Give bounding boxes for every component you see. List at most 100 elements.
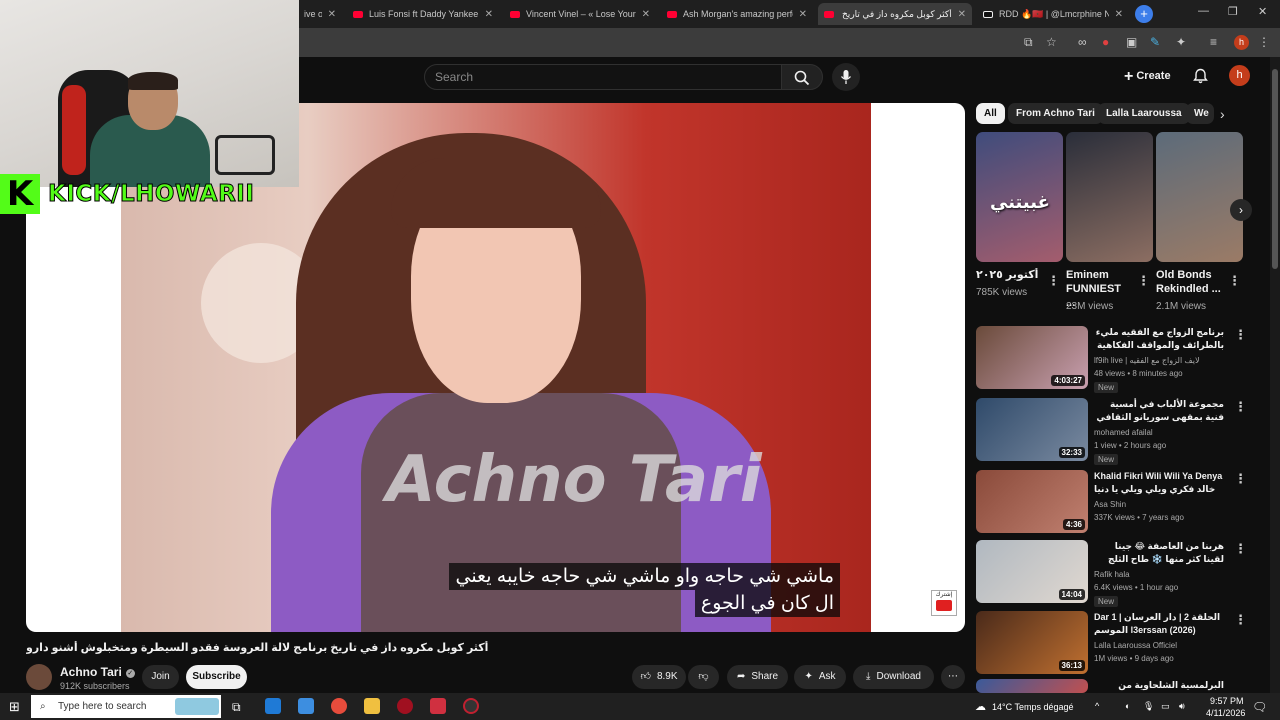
- voice-search-button[interactable]: [832, 63, 860, 91]
- close-icon[interactable]: ✕: [799, 9, 807, 20]
- microphone-icon[interactable]: 🎙︎: [1143, 701, 1154, 712]
- taskbar-search-input[interactable]: ⌕ Type here to search: [31, 695, 221, 718]
- app-icon[interactable]: [463, 698, 479, 714]
- rec-channel[interactable]: lf9ih live | لايف الزواج مع الفقيه: [1094, 356, 1200, 365]
- reading-list-icon[interactable]: ≡: [1210, 35, 1217, 49]
- more-vertical-icon[interactable]: ⋮: [1047, 273, 1060, 289]
- browser-tab[interactable]: Vincent Vinel – « Lose Yourself ✕: [504, 3, 656, 25]
- search-button[interactable]: [781, 64, 823, 90]
- short-thumbnail[interactable]: [1066, 132, 1153, 262]
- minimize-icon[interactable]: —: [1198, 5, 1209, 17]
- scrollbar-thumb[interactable]: [1272, 69, 1278, 269]
- rec-channel[interactable]: Lalla Laaroussa Officiel: [1094, 641, 1177, 650]
- windows-start-icon[interactable]: ⊞: [9, 699, 20, 715]
- tray-icon[interactable]: ◐: [1125, 701, 1130, 711]
- teams-icon[interactable]: [298, 698, 314, 714]
- task-view-icon[interactable]: ⧉: [232, 700, 241, 715]
- more-vertical-icon[interactable]: ⋮: [1234, 541, 1247, 557]
- rec-title[interactable]: البرلمسية الشلحاوية من الثورة الثالثة: [1094, 679, 1224, 693]
- browser-tab[interactable]: Ash Morgan's amazing perform ✕: [661, 3, 813, 25]
- shorts-next-button[interactable]: ›: [1230, 199, 1252, 221]
- channel-name[interactable]: Achno Tari ✓: [60, 665, 135, 679]
- extension-icon[interactable]: ∞: [1078, 35, 1087, 49]
- edge-icon[interactable]: [265, 698, 281, 714]
- volume-icon[interactable]: 🔊︎: [1179, 701, 1185, 712]
- chip-all[interactable]: All: [976, 103, 1005, 124]
- short-thumbnail[interactable]: [1156, 132, 1243, 262]
- more-actions-button[interactable]: ⋯: [941, 665, 965, 689]
- browser-tab[interactable]: Luis Fonsi ft Daddy Yankee – D ✕: [347, 3, 499, 25]
- chrome-icon[interactable]: [331, 698, 347, 714]
- rec-thumbnail[interactable]: 4:36: [976, 470, 1088, 533]
- close-window-icon[interactable]: ✕: [1258, 5, 1267, 18]
- short-title[interactable]: ١ أكتوبر ٢٠٢٥: [976, 268, 1038, 281]
- chip-from-channel[interactable]: From Achno Tari: [1008, 103, 1103, 124]
- notifications-icon[interactable]: 🗨︎: [1252, 700, 1267, 714]
- rec-thumbnail[interactable]: 36:13: [976, 611, 1088, 674]
- chip-lalla-laaroussa[interactable]: Lalla Laaroussa: [1098, 103, 1190, 124]
- profile-avatar[interactable]: h: [1234, 35, 1249, 50]
- page-scrollbar[interactable]: [1270, 57, 1280, 693]
- menu-kebab-icon[interactable]: ⋮: [1258, 35, 1270, 49]
- maximize-icon[interactable]: ❐: [1228, 5, 1238, 18]
- more-vertical-icon[interactable]: ⋮: [1228, 273, 1241, 289]
- channel-avatar[interactable]: [26, 664, 52, 690]
- short-thumbnail[interactable]: غبيتني: [976, 132, 1063, 262]
- rec-title[interactable]: Dar 1 | الحلقة 2 | دار العرسان الموسم l3…: [1094, 611, 1224, 637]
- new-tab-button[interactable]: +: [1135, 5, 1153, 23]
- rec-channel[interactable]: mohamed afailal: [1094, 428, 1153, 437]
- rec-channel[interactable]: Asa Shin: [1094, 500, 1126, 509]
- rec-thumbnail[interactable]: 4:03:27: [976, 326, 1088, 389]
- close-icon[interactable]: ✕: [485, 9, 493, 20]
- more-vertical-icon[interactable]: ⋮: [1137, 273, 1150, 289]
- clock-date[interactable]: 4/11/2026: [1206, 708, 1245, 718]
- weather-text[interactable]: 14°C Temps dégagé: [992, 702, 1074, 712]
- adblock-icon[interactable]: ●: [1102, 35, 1109, 49]
- create-button[interactable]: + Create: [1124, 68, 1171, 86]
- browser-tab[interactable]: RDD 🔥🇲🇦 | @Lmcrphine Next ✕: [977, 3, 1129, 25]
- extension-icon[interactable]: ✎: [1150, 35, 1160, 49]
- bookmark-star-icon[interactable]: ☆: [1046, 35, 1057, 49]
- app-icon[interactable]: [430, 698, 446, 714]
- close-icon[interactable]: ✕: [1115, 9, 1123, 20]
- ask-button[interactable]: ✦ Ask: [794, 665, 846, 689]
- rec-title[interactable]: مجموعة الألباب في أمسية فنية بمقهى سوريا…: [1094, 398, 1224, 425]
- rec-title[interactable]: Khalid Fikri Wili Wili Ya Denya خالد فكر…: [1094, 470, 1224, 496]
- rec-title[interactable]: هربنا من العاصفة 😂 جينا لقينا كثر منها ❄…: [1094, 540, 1224, 567]
- more-vertical-icon[interactable]: ⋮: [1234, 471, 1247, 487]
- download-button[interactable]: ⤓ Download: [853, 665, 934, 689]
- network-icon[interactable]: ▭: [1161, 701, 1170, 712]
- dislike-button[interactable]: 👎︎: [688, 665, 719, 689]
- rec-channel[interactable]: Rafik hala: [1094, 570, 1130, 579]
- chip-partial[interactable]: We: [1186, 103, 1214, 124]
- account-avatar[interactable]: h: [1229, 65, 1250, 86]
- rec-title[interactable]: برنامج الزواج مع الفقيه مليء بالطرائف وا…: [1094, 326, 1224, 352]
- subscribe-watermark-badge[interactable]: إشترك: [931, 590, 957, 616]
- cast-icon[interactable]: ⧉: [1024, 35, 1033, 50]
- subscribe-button[interactable]: Subscribe: [186, 665, 247, 689]
- app-icon[interactable]: [397, 698, 413, 714]
- more-vertical-icon[interactable]: ⋮: [1234, 612, 1247, 628]
- search-input[interactable]: Search: [424, 64, 782, 90]
- rec-thumbnail[interactable]: [976, 679, 1088, 693]
- rec-thumbnail[interactable]: 14:04: [976, 540, 1088, 603]
- like-button[interactable]: 👍︎ 8.9K: [632, 665, 686, 689]
- notifications-button[interactable]: [1193, 68, 1208, 89]
- close-icon[interactable]: ✕: [958, 9, 966, 20]
- more-vertical-icon[interactable]: ⋮: [1234, 327, 1247, 343]
- browser-tab-active[interactable]: أكثر كوبل مكروه داز في تاريخ ✕: [818, 3, 972, 25]
- close-icon[interactable]: ✕: [328, 9, 336, 20]
- tray-chevron-icon[interactable]: ^: [1095, 701, 1099, 711]
- browser-tab[interactable]: ive o ✕: [298, 3, 342, 25]
- more-vertical-icon[interactable]: ⋮: [1234, 399, 1247, 415]
- close-icon[interactable]: ✕: [642, 9, 650, 20]
- clock-time[interactable]: 9:57 PM: [1210, 696, 1244, 706]
- puzzle-icon[interactable]: ✦: [1176, 35, 1186, 49]
- extension-icon[interactable]: ▣: [1126, 35, 1137, 49]
- share-button[interactable]: ➦ Share: [727, 665, 788, 689]
- join-button[interactable]: Join: [142, 665, 179, 689]
- short-title[interactable]: Old Bonds Rekindled ...: [1156, 268, 1222, 296]
- chevron-right-icon[interactable]: ›: [1220, 106, 1225, 122]
- rec-thumbnail[interactable]: 32:33: [976, 398, 1088, 461]
- file-explorer-icon[interactable]: [364, 698, 380, 714]
